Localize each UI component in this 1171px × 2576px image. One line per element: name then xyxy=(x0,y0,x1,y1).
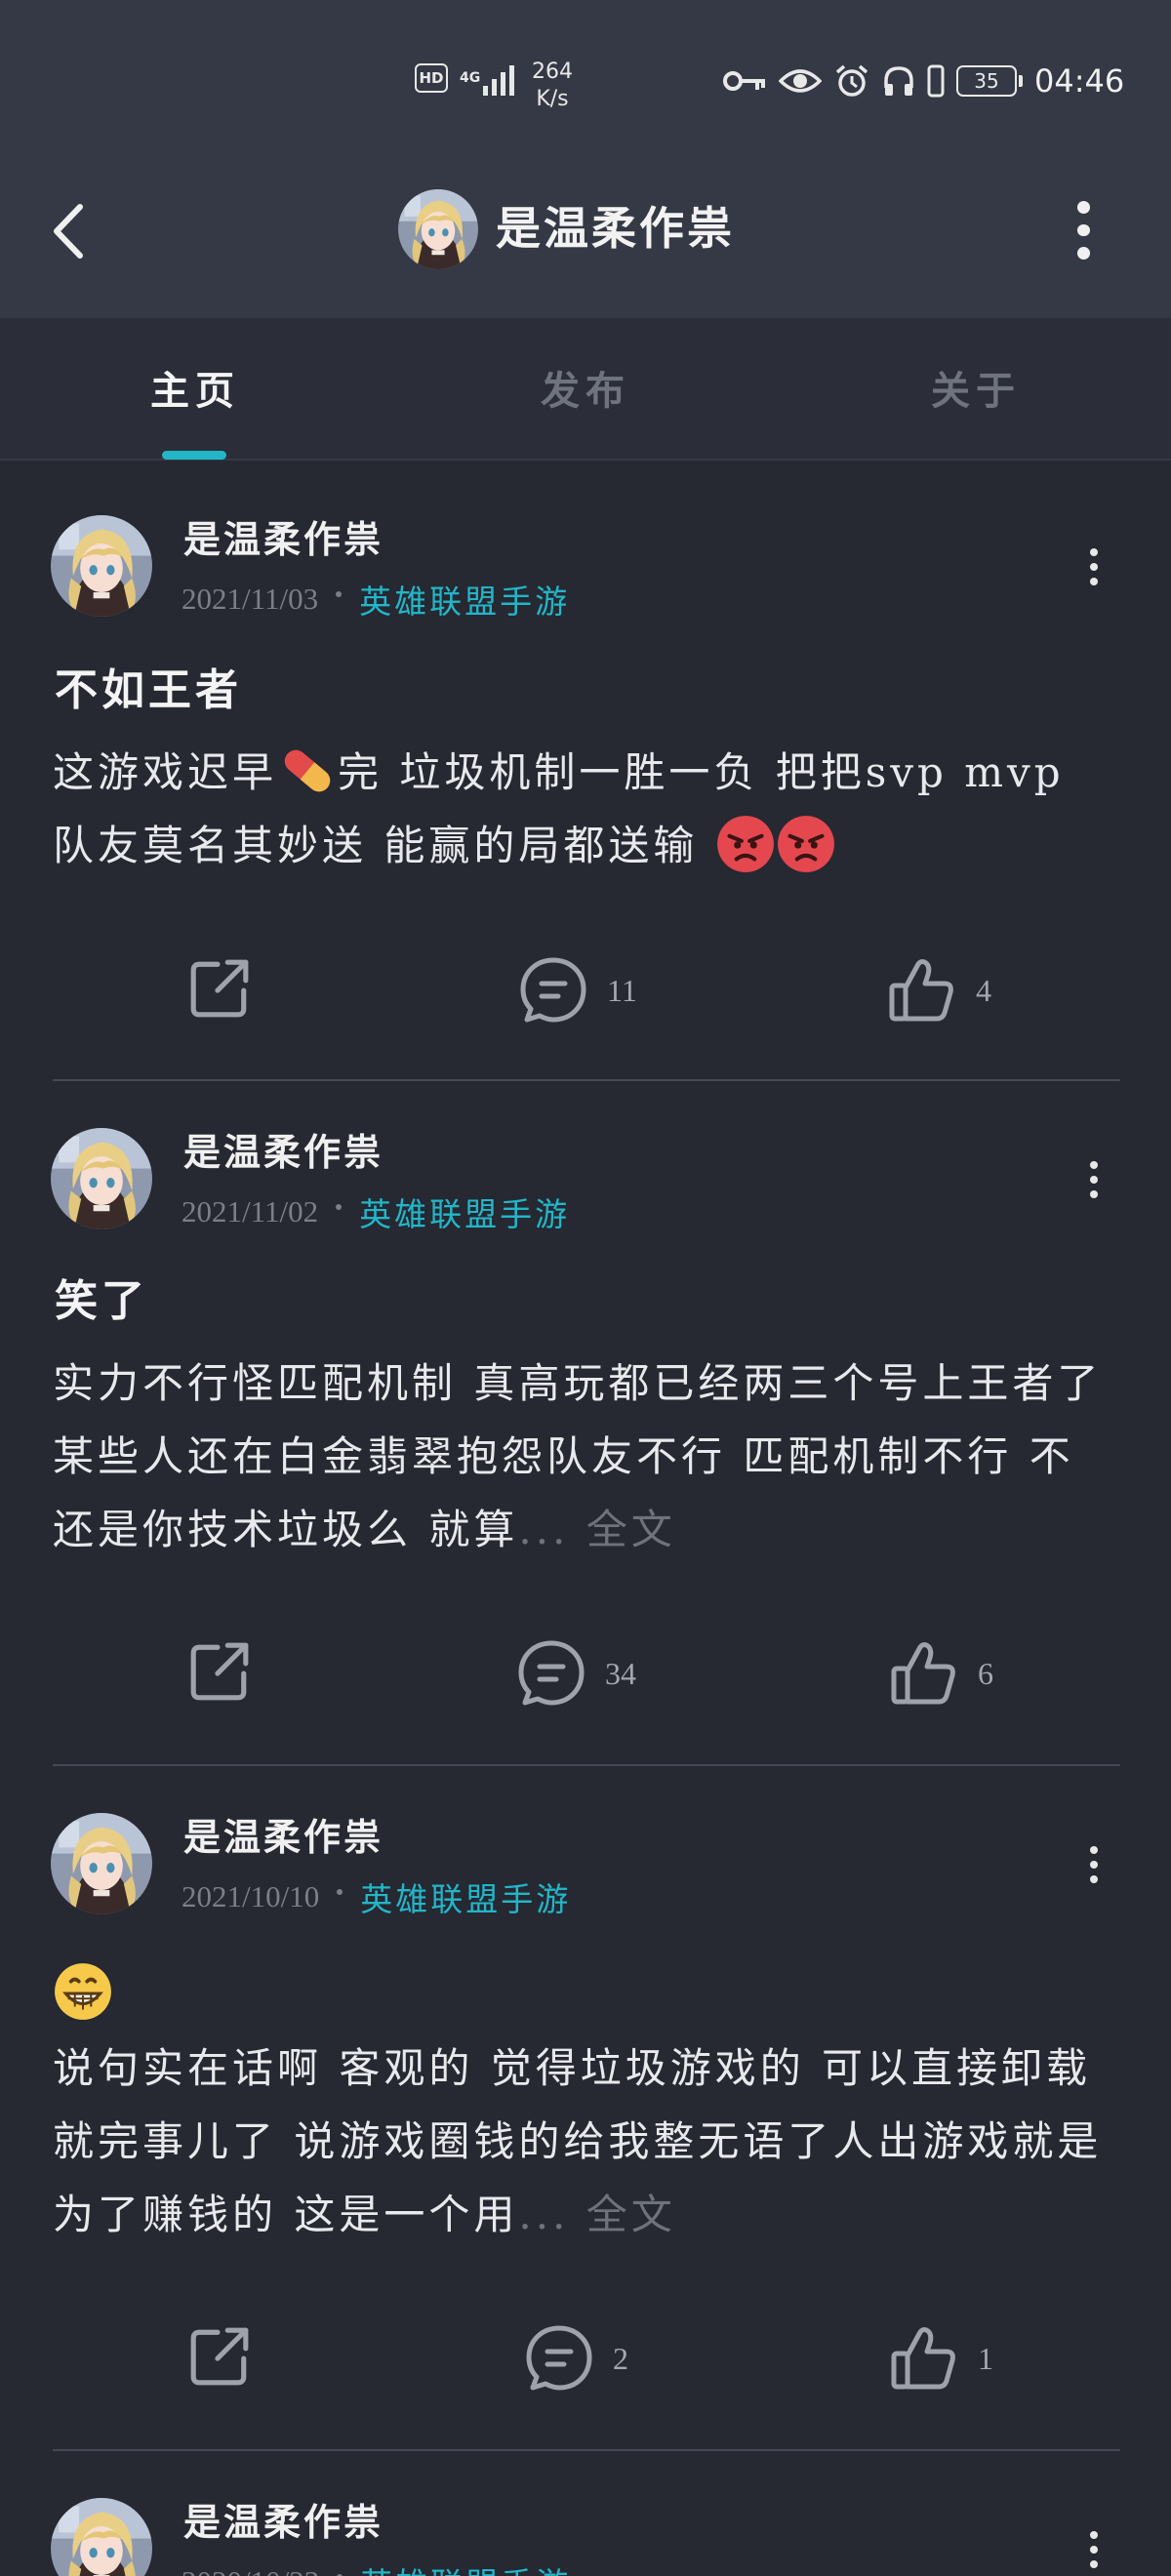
post-card[interactable]: 是温柔作祟 2021/11/03 英雄联盟手游 不如王者 这游戏迟早完 垃圾机制… xyxy=(0,461,1171,1081)
status-icons: 35 04:46 xyxy=(722,62,1124,100)
post-body[interactable]: 实力不行怪匹配机制 真高玩都已经两三个号上王者了 某些人还在白金翡翠抱怨队友不行… xyxy=(53,1347,1118,1566)
post-date: 2021/11/03 xyxy=(182,582,319,616)
game-tag[interactable]: 英雄联盟手游 xyxy=(360,1873,571,1920)
angry-face-icon xyxy=(716,816,774,872)
separator-dot xyxy=(337,1889,343,1895)
signal-group: HD 4G xyxy=(415,60,514,96)
like-count: 4 xyxy=(976,972,991,1008)
author-name[interactable]: 是温柔作祟 xyxy=(183,1813,384,1862)
post-more-button[interactable] xyxy=(1079,2525,1109,2574)
pill-icon xyxy=(284,749,331,792)
post-date: 2021/11/02 xyxy=(182,1194,319,1228)
read-more-link[interactable]: ... 全文 xyxy=(518,1506,675,1553)
hd-icon: HD xyxy=(415,63,448,93)
post-meta: 2021/11/02 英雄联盟手游 xyxy=(182,1188,570,1235)
thumbs-up-icon xyxy=(890,2324,958,2393)
post-body[interactable]: 说句实在话啊 客观的 觉得垃圾游戏的 可以直接卸载就完事儿了 说游戏圈钱的给我整… xyxy=(53,2032,1118,2251)
comment-count: 2 xyxy=(613,2340,628,2376)
active-tab-indicator xyxy=(162,451,226,460)
comment-count: 34 xyxy=(605,1655,636,1691)
post-card[interactable]: 是温柔作祟 2020/10/23 英雄联盟手游 xyxy=(0,2451,1171,2576)
title-bar: 是温柔作祟 xyxy=(0,176,1171,318)
post-meta: 2021/10/10 英雄联盟手游 xyxy=(182,1873,571,1920)
speed-unit: K/s xyxy=(536,87,569,111)
status-bar: HD 4G 264 K/s 35 04:46 xyxy=(0,0,1171,176)
speed-value: 264 xyxy=(532,60,573,84)
share-icon xyxy=(187,2324,252,2389)
status-time: 04:46 xyxy=(1034,62,1125,100)
separator-dot xyxy=(336,591,343,597)
alarm-icon xyxy=(835,64,868,97)
angry-face-icon xyxy=(777,816,834,872)
author-avatar[interactable] xyxy=(51,1813,152,1914)
share-button[interactable] xyxy=(187,2324,252,2389)
comment-icon xyxy=(525,2324,593,2393)
game-tag[interactable]: 英雄联盟手游 xyxy=(360,2558,571,2576)
like-count: 1 xyxy=(978,2340,993,2376)
chevron-left-icon xyxy=(54,204,83,259)
author-avatar[interactable] xyxy=(51,1128,152,1229)
post-body[interactable]: 这游戏迟早完 垃圾机制一胜一负 把把svp mvp 队友莫名其妙送 能赢的局都送… xyxy=(53,736,1118,882)
like-button[interactable]: 4 xyxy=(888,956,991,1025)
author-name[interactable]: 是温柔作祟 xyxy=(183,1128,384,1177)
post-title: 不如王者 xyxy=(55,665,242,715)
post-more-button[interactable] xyxy=(1079,1840,1109,1889)
tab-about[interactable]: 关于 xyxy=(878,359,1073,416)
comment-count: 11 xyxy=(607,972,637,1008)
share-icon xyxy=(187,1639,252,1704)
post-body-text: 这游戏迟早 xyxy=(53,748,278,796)
comment-icon xyxy=(519,956,587,1025)
separator-dot xyxy=(336,1204,343,1210)
profile-name: 是温柔作祟 xyxy=(496,202,735,255)
share-button[interactable] xyxy=(187,1639,252,1704)
author-avatar[interactable] xyxy=(51,2498,152,2576)
back-button[interactable] xyxy=(39,197,98,265)
post-meta: 2020/10/23 英雄联盟手游 xyxy=(182,2558,571,2576)
share-icon xyxy=(187,956,252,1021)
author-name[interactable]: 是温柔作祟 xyxy=(183,2498,384,2547)
thumbs-up-icon xyxy=(888,956,956,1025)
post-more-button[interactable] xyxy=(1079,1155,1109,1204)
author-avatar[interactable] xyxy=(51,515,152,617)
game-tag[interactable]: 英雄联盟手游 xyxy=(359,576,570,623)
network-type: 4G xyxy=(460,70,481,86)
phone-icon xyxy=(927,64,945,98)
key-icon xyxy=(723,71,765,91)
game-tag[interactable]: 英雄联盟手游 xyxy=(359,1188,570,1235)
network-speed: 264 K/s xyxy=(527,59,578,113)
battery-icon: 35 xyxy=(956,65,1023,97)
headphones-icon xyxy=(884,66,913,96)
grinning-face-icon xyxy=(55,1963,111,2020)
post-date: 2021/10/10 xyxy=(182,1879,320,1913)
profile-tabs: 主页 发布 关于 xyxy=(0,318,1171,461)
more-menu-button[interactable] xyxy=(1064,201,1103,261)
post-card[interactable]: 是温柔作祟 2021/11/02 英雄联盟手游 笑了 实力不行怪匹配机制 真高玩… xyxy=(0,1081,1171,1766)
like-count: 6 xyxy=(978,1655,993,1691)
like-button[interactable]: 1 xyxy=(890,2324,993,2393)
app-header: HD 4G 264 K/s 35 04:46 是温柔作祟 xyxy=(0,0,1171,318)
share-button[interactable] xyxy=(187,956,252,1021)
post-meta: 2021/11/03 英雄联盟手游 xyxy=(182,576,570,623)
comment-button[interactable]: 34 xyxy=(517,1639,636,1708)
profile-avatar[interactable] xyxy=(398,189,478,269)
like-button[interactable]: 6 xyxy=(890,1639,993,1708)
post-title: 笑了 xyxy=(55,1276,148,1326)
post-card[interactable]: 是温柔作祟 2021/10/10 英雄联盟手游 说句实在话啊 客观的 觉得垃圾游… xyxy=(0,1766,1171,2451)
comment-icon xyxy=(517,1639,586,1708)
author-name[interactable]: 是温柔作祟 xyxy=(183,515,384,564)
signal-strength-icon xyxy=(483,60,514,96)
post-more-button[interactable] xyxy=(1079,543,1109,591)
post-date: 2020/10/23 xyxy=(182,2564,319,2576)
comment-button[interactable]: 2 xyxy=(525,2324,628,2393)
tab-posts[interactable]: 发布 xyxy=(488,359,683,416)
thumbs-up-icon xyxy=(890,1639,958,1708)
tab-home[interactable]: 主页 xyxy=(98,359,293,416)
read-more-link[interactable]: ... 全文 xyxy=(518,2191,675,2238)
comment-button[interactable]: 11 xyxy=(519,956,637,1025)
eye-icon xyxy=(779,69,822,93)
